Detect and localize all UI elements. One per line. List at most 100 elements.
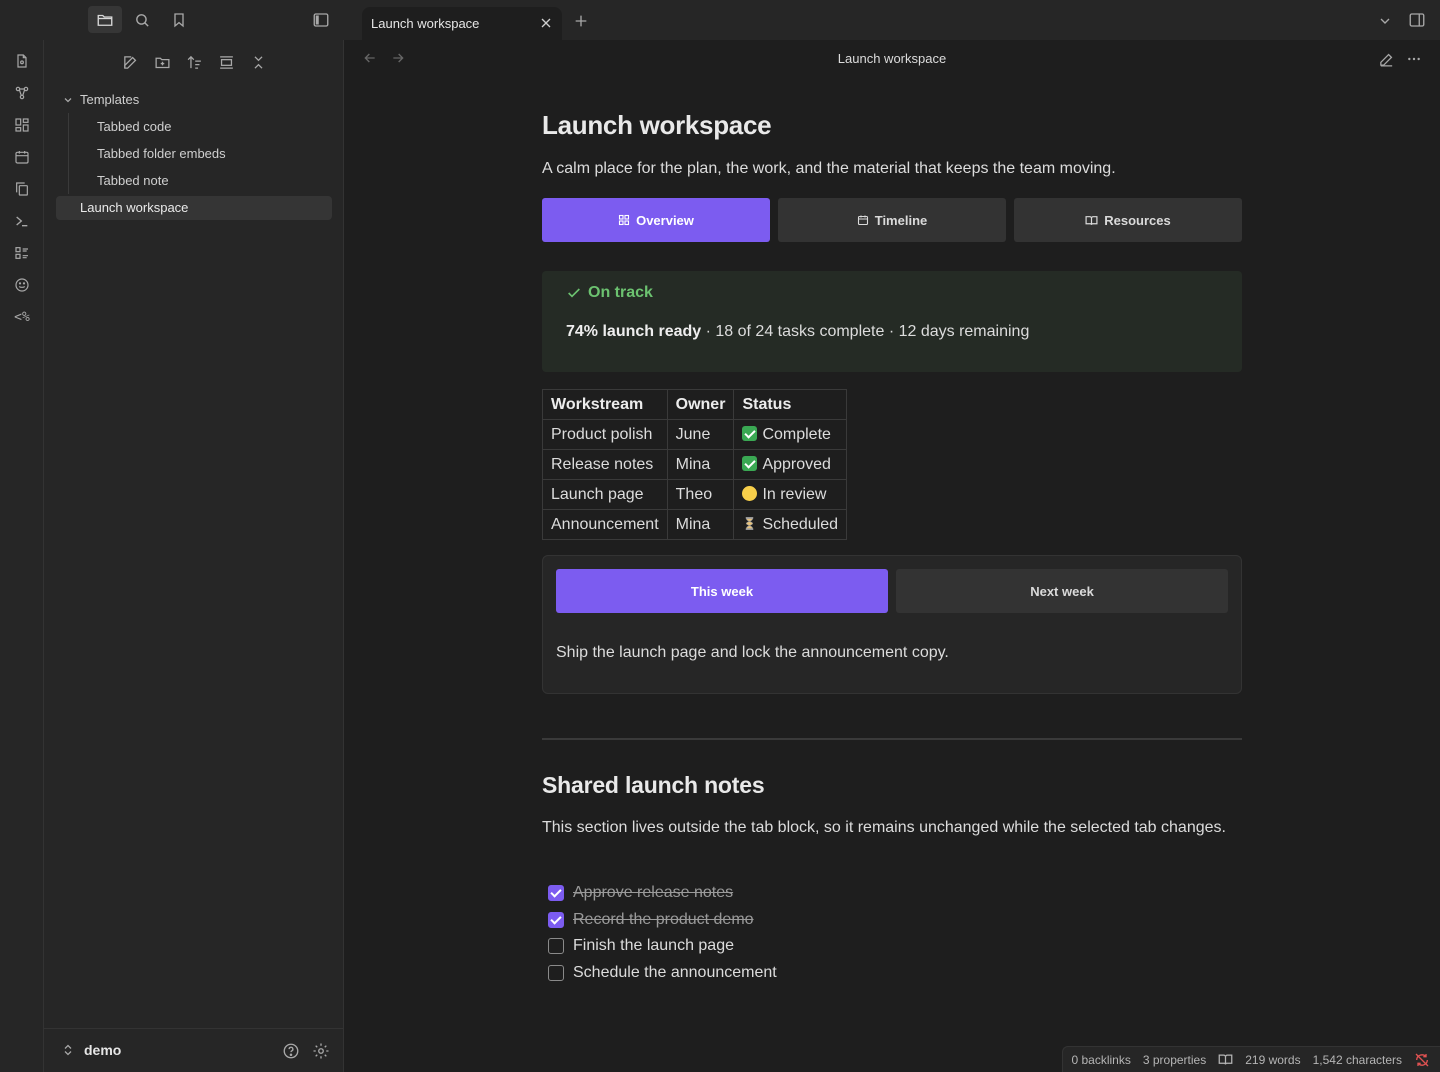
task-label: Schedule the announcement <box>573 963 777 981</box>
task-checkbox[interactable] <box>548 964 564 981</box>
hourglass-emoji-icon <box>742 516 757 531</box>
week-tab-block: This week Next week Ship the launch page… <box>542 555 1242 694</box>
check-icon <box>566 285 582 301</box>
table-cell: Mina <box>666 509 735 540</box>
sidebar-header <box>0 0 344 40</box>
book-icon <box>1085 214 1098 227</box>
tab-label: Overview <box>636 212 694 228</box>
vault-name[interactable]: demo <box>84 1042 121 1058</box>
table-header: Status <box>733 389 848 420</box>
copy-icon[interactable] <box>11 178 33 200</box>
task-checkbox[interactable] <box>548 885 564 902</box>
table-cell-status: Complete <box>733 419 848 450</box>
task-label: Record the product demo <box>573 910 754 928</box>
reading-view-icon[interactable] <box>1218 1052 1233 1067</box>
shared-notes-text: This section lives outside the tab block… <box>542 819 1226 836</box>
table-row: Product polish June Complete <box>542 419 848 450</box>
tab-resources[interactable]: Resources <box>1014 198 1242 242</box>
tree-item-tabbed-folder-embeds[interactable]: Tabbed folder embeds <box>44 140 344 167</box>
task-item: Schedule the announcement <box>548 960 777 987</box>
workspace-tabs: Overview Timeline Resources <box>542 198 1242 242</box>
close-icon[interactable] <box>538 15 554 31</box>
tab-overview[interactable]: Overview <box>542 198 770 242</box>
calendar-icon[interactable] <box>11 146 33 168</box>
tab-label: Timeline <box>874 212 928 228</box>
tab-launch-workspace[interactable]: Launch workspace <box>362 7 562 40</box>
word-count: 219 words <box>1245 1052 1301 1067</box>
table-cell-status: In review <box>733 479 848 510</box>
tree-folder-label: Templates <box>80 92 140 107</box>
tab-timeline[interactable]: Timeline <box>778 198 1006 242</box>
shared-notes-heading: Shared launch notes <box>542 772 765 798</box>
tab-this-week[interactable]: This week <box>556 569 888 613</box>
bookmark-icon[interactable] <box>168 9 190 31</box>
note-title: Launch workspace <box>542 110 772 140</box>
canvas-icon[interactable] <box>11 114 33 136</box>
task-item: Record the product demo <box>548 907 777 934</box>
task-label: Approve release notes <box>573 884 734 902</box>
week-tabs: This week Next week <box>556 569 1228 613</box>
file-icon[interactable] <box>11 50 33 72</box>
more-options-icon[interactable] <box>1403 48 1425 70</box>
new-folder-icon[interactable] <box>151 51 173 73</box>
new-note-icon[interactable] <box>119 51 141 73</box>
command-icon[interactable] <box>11 242 33 264</box>
gear-icon[interactable] <box>310 1040 332 1062</box>
status-text: In review <box>762 485 827 503</box>
smile-icon[interactable] <box>11 274 33 296</box>
terminal-icon[interactable] <box>11 210 33 232</box>
tab-next-week[interactable]: Next week <box>896 569 1228 613</box>
search-icon[interactable] <box>131 9 153 31</box>
table-row: Announcement Mina Scheduled <box>542 509 848 540</box>
table-cell-status: Approved <box>733 449 848 480</box>
task-checkbox[interactable] <box>548 911 564 928</box>
launch-ready-percent: 74% launch ready <box>566 323 702 340</box>
checkmark-emoji-icon <box>742 455 758 471</box>
table-row: Launch page Theo In review <box>542 479 848 510</box>
edit-pencil-icon[interactable] <box>1375 48 1397 70</box>
table-header-row: Workstream Owner Status <box>542 389 848 420</box>
ribbon: <% <box>0 40 44 1072</box>
table-cell: Mina <box>666 449 735 480</box>
tree-folder-templates[interactable]: Templates <box>44 86 344 194</box>
file-explorer: Templates Tabbed code Tabbed folder embe… <box>44 40 344 1072</box>
tree-item-tabbed-code[interactable]: Tabbed code <box>44 113 344 140</box>
sync-off-icon[interactable] <box>1414 1052 1430 1068</box>
table-cell: June <box>666 419 735 450</box>
graph-icon[interactable] <box>11 82 33 104</box>
view-header-title[interactable]: Launch workspace <box>344 51 1440 66</box>
right-sidebar-toggle-icon[interactable] <box>1406 9 1428 31</box>
status-text: Scheduled <box>762 515 839 533</box>
folder-icon[interactable] <box>88 6 122 33</box>
collapse-all-icon[interactable] <box>247 51 269 73</box>
table-cell: Announcement <box>542 509 668 540</box>
auto-reveal-icon[interactable] <box>215 51 237 73</box>
table-cell: Product polish <box>542 419 668 450</box>
status-text: Complete <box>762 425 831 443</box>
table-cell-status: Scheduled <box>733 509 848 540</box>
backlinks-count[interactable]: 0 backlinks <box>1071 1053 1130 1067</box>
new-tab-icon[interactable] <box>570 10 592 32</box>
callout-body-text: · 18 of 24 tasks complete · 12 days rema… <box>701 323 1030 340</box>
table-cell: Launch page <box>542 479 668 510</box>
callout-title: On track <box>566 284 653 302</box>
tree-item-tabbed-note[interactable]: Tabbed note <box>44 167 344 194</box>
properties-count[interactable]: 3 properties <box>1143 1053 1206 1067</box>
task-list: Approve release notes Record the product… <box>548 880 777 986</box>
task-checkbox[interactable] <box>548 938 564 955</box>
sort-icon[interactable] <box>183 51 205 73</box>
workstream-table: Workstream Owner Status Product polish J… <box>542 389 848 540</box>
vault-switcher-icon[interactable] <box>60 1042 76 1058</box>
callout-body: 74% launch ready · 18 of 24 tasks comple… <box>566 323 1029 341</box>
tree-item-label: Tabbed note <box>97 173 169 188</box>
help-icon[interactable] <box>280 1040 302 1062</box>
status-text: Approved <box>762 455 831 473</box>
file-tree: Templates Tabbed code Tabbed folder embe… <box>44 86 344 220</box>
template-icon[interactable]: <% <box>11 306 33 328</box>
sidebar-toggle-icon[interactable] <box>310 9 332 31</box>
character-count: 1,542 characters <box>1312 1052 1402 1067</box>
table-cell: Release notes <box>542 449 668 480</box>
chevron-down-icon[interactable] <box>1374 10 1396 32</box>
status-callout: On track 74% launch ready · 18 of 24 tas… <box>542 271 1242 372</box>
tree-item-launch-workspace[interactable]: Launch workspace <box>56 196 332 220</box>
